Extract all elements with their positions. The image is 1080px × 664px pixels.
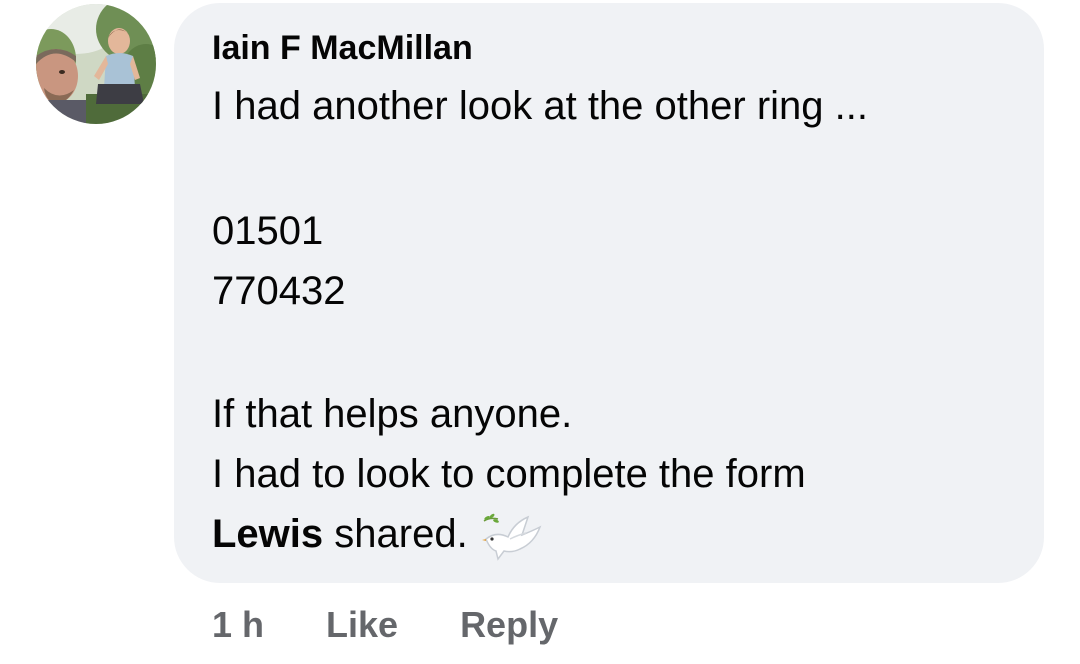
comment-text-line: 770432 xyxy=(212,269,346,313)
comment-text-line: I had another look at the other ring ... xyxy=(212,84,868,128)
avatar-photo xyxy=(36,4,156,124)
mention-link[interactable]: Lewis xyxy=(212,512,323,556)
comment-text-line: 01501 xyxy=(212,209,324,253)
comment-author[interactable]: Iain F MacMillan xyxy=(212,26,473,70)
avatar[interactable] xyxy=(36,4,156,124)
comment-text-line: If that helps anyone. xyxy=(212,392,573,436)
comment-text-fragment: shared. xyxy=(323,512,468,556)
comment: Iain F MacMillan I had another look at t… xyxy=(0,0,1080,664)
comment-text-line: Lewis shared. xyxy=(212,508,544,561)
comment-actions: 1 h Like Reply xyxy=(212,600,558,650)
comment-text-line: I had to look to complete the form xyxy=(212,452,806,496)
comment-timestamp[interactable]: 1 h xyxy=(212,604,264,646)
reply-button[interactable]: Reply xyxy=(460,604,558,646)
dove-icon xyxy=(481,509,544,561)
like-button[interactable]: Like xyxy=(326,604,398,646)
